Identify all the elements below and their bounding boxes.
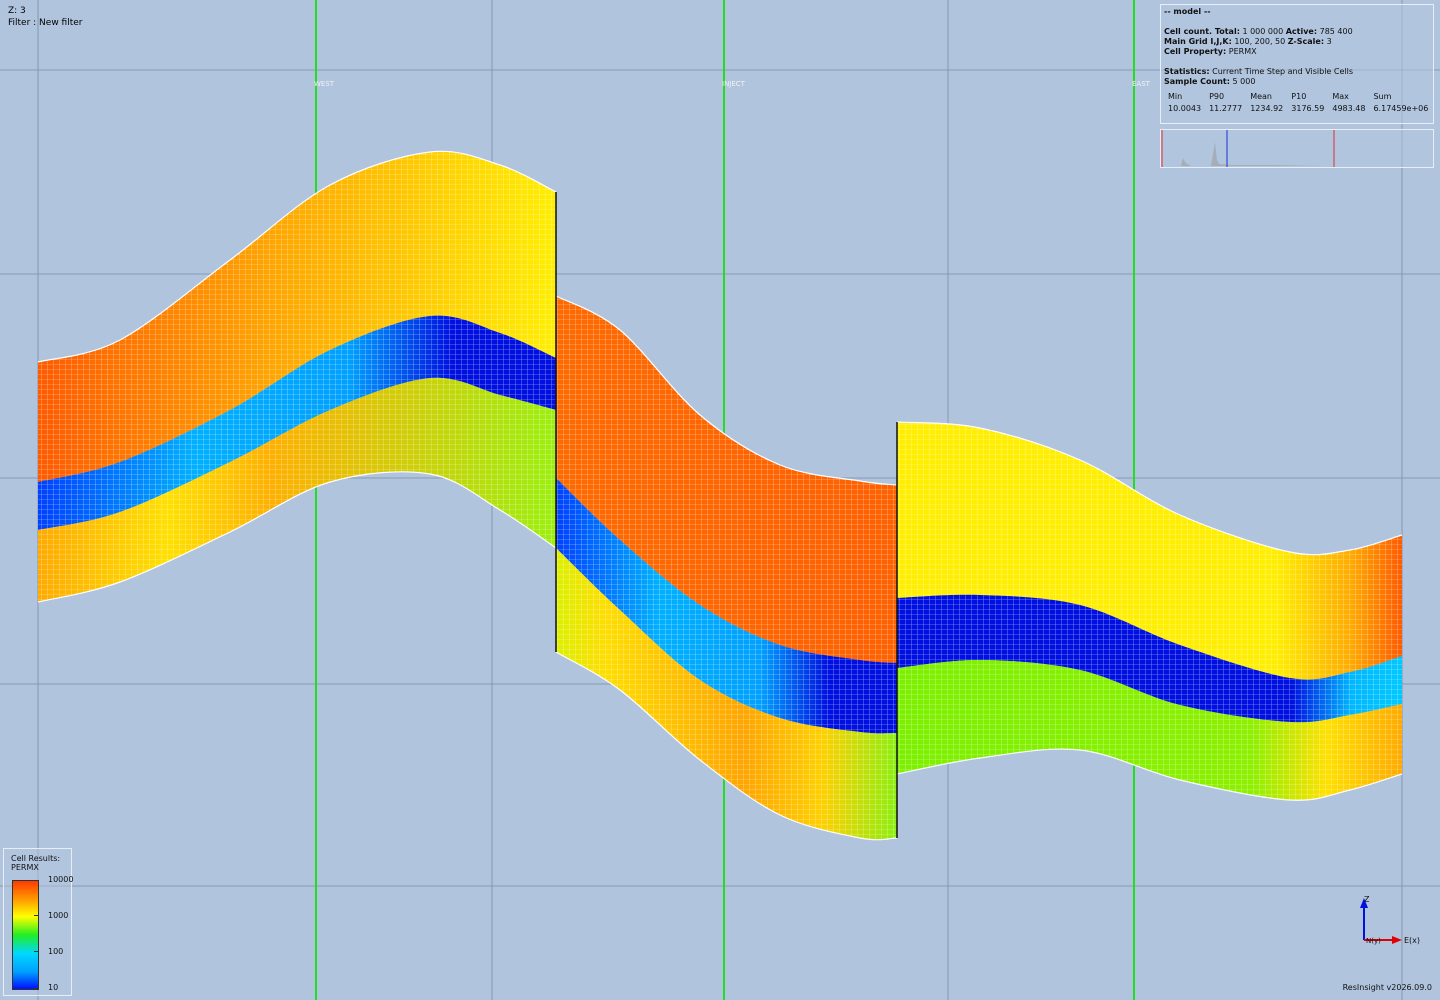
sample-count-line: Sample Count: 5 000 [1164, 77, 1256, 86]
axis-y-label: N(y) [1366, 937, 1381, 945]
legend-tick [34, 915, 39, 916]
legend-tick [34, 880, 39, 881]
well-labels: WEST INJECT EAST [314, 80, 1151, 88]
legend-label-1000: 1000 [48, 911, 69, 920]
well-label-west: WEST [314, 80, 335, 88]
segment-inject[interactable] [555, 295, 898, 841]
axis-triad[interactable]: Z N(y) E(x) [1350, 892, 1430, 952]
segment-west[interactable] [37, 150, 557, 603]
legend-label-10: 10 [48, 983, 59, 992]
filter-text: Filter : New filter [8, 18, 83, 28]
statistics-value-row: 10.0043 11.2777 1234.92 3176.59 4983.48 6.17… [1168, 104, 1429, 113]
legend-tick [34, 951, 39, 952]
legend-tick [34, 988, 39, 989]
cell-count-line: Cell count. Total: 1 000 000 Active: 785… [1164, 27, 1353, 36]
main-grid-line: Main Grid I,J,K: 100, 200, 50 Z-Scale: 3 [1164, 37, 1332, 46]
legend-label-100: 100 [48, 947, 64, 956]
legend-color-bar [12, 880, 39, 990]
color-legend: Cell Results: PERMX 10000 1000 100 10 [3, 848, 74, 996]
legend-title: Cell Results: PERMX [11, 854, 61, 872]
histogram-area [1162, 142, 1432, 166]
histogram [1160, 129, 1434, 168]
axis-z-label: Z [1364, 895, 1370, 904]
info-box: -- model -- Cell count. Total: 1 000 000… [1160, 4, 1434, 124]
model-title: -- model -- [1164, 7, 1211, 16]
statistics-header-row: Min P90 Mean P10 Max Sum [1168, 92, 1392, 101]
axis-x-label: E(x) [1404, 936, 1420, 945]
well-label-inject: INJECT [722, 80, 746, 88]
legend-label-10000: 10000 [48, 875, 74, 884]
well-label-east: EAST [1132, 80, 1151, 88]
cell-property-line: Cell Property: PERMX [1164, 47, 1257, 56]
version-label: ResInsight v2026.09.0 [1342, 983, 1432, 992]
z-scale-text: Z: 3 [8, 6, 26, 16]
view-info: Z: 3 Filter : New filter [8, 5, 82, 29]
reservoir-model[interactable] [37, 150, 1403, 841]
statistics-table: Min P90 Mean P10 Max Sum 10.0043 11.2777 1234.… [1164, 91, 1432, 115]
segment-east[interactable] [896, 421, 1403, 801]
statistics-line: Statistics: Current Time Step and Visibl… [1164, 67, 1353, 76]
